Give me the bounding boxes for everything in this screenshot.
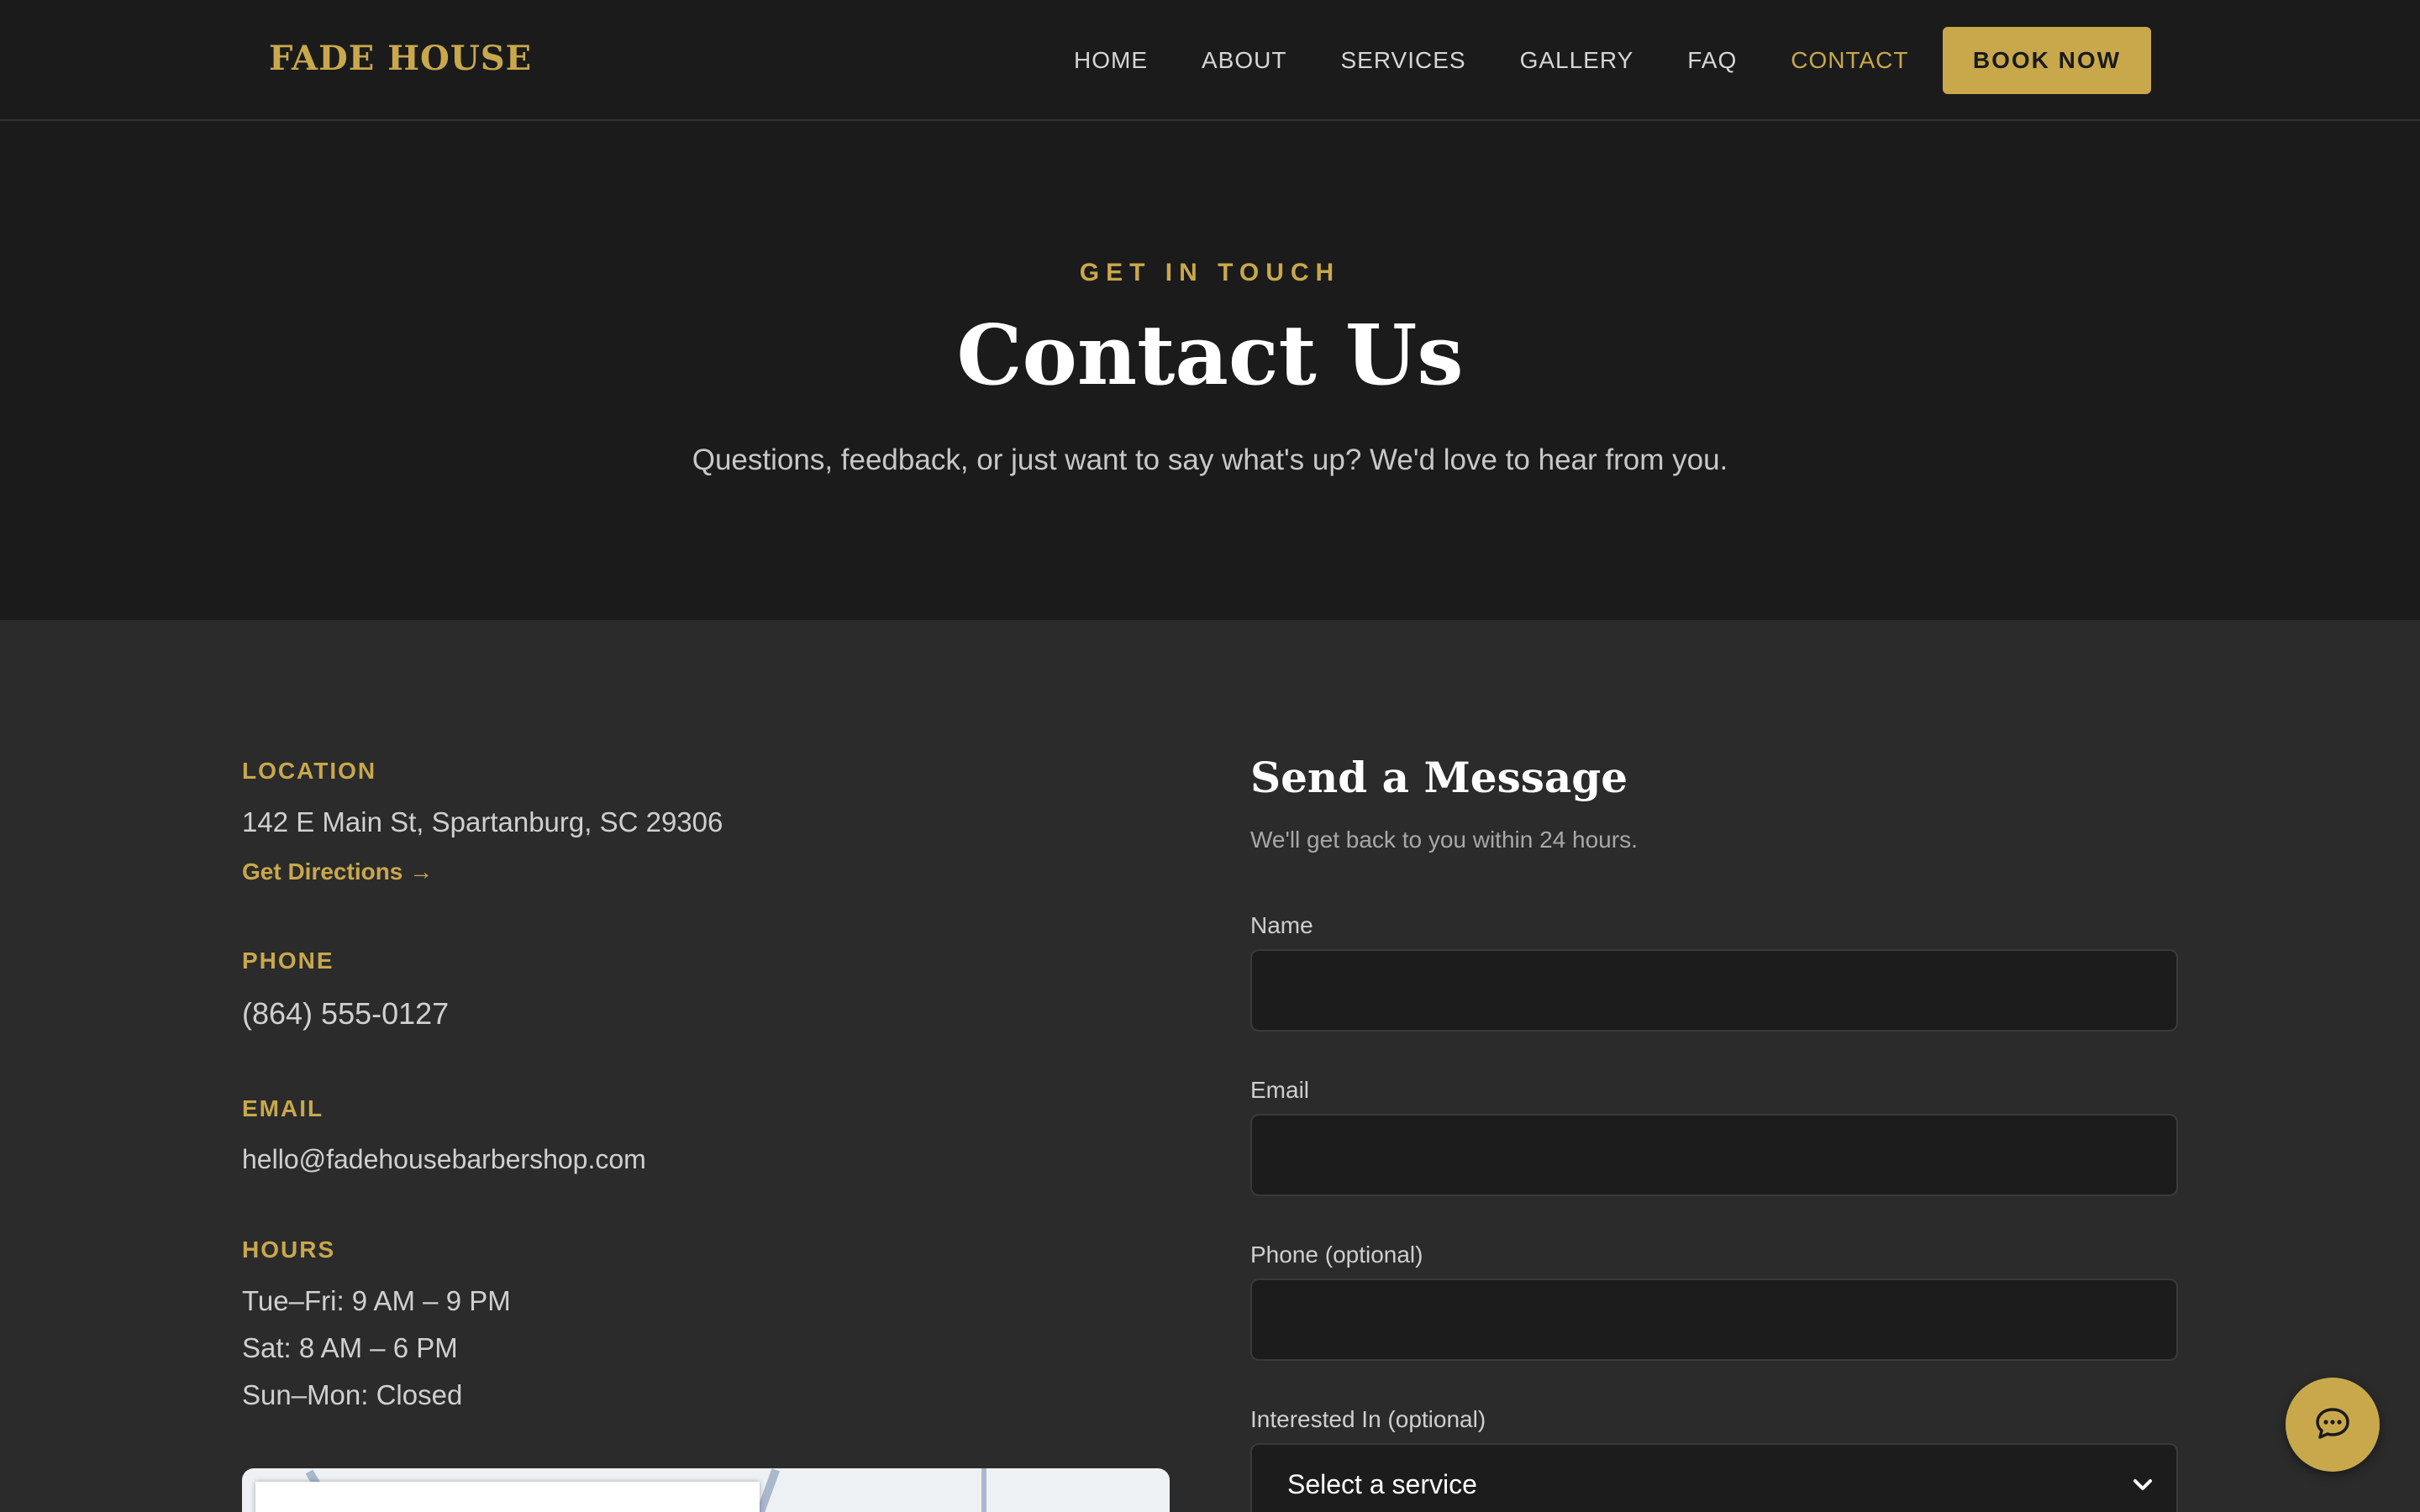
hero-section: GET IN TOUCH Contact Us Questions, feedb… <box>0 121 2420 620</box>
phone-field[interactable] <box>1252 1280 2176 1359</box>
hours-line: Sat: 8 AM – 6 PM <box>242 1332 458 1363</box>
service-select-value: Select a service <box>1287 1468 1477 1499</box>
top-nav: FADE HOUSE HOME ABOUT SERVICES GALLERY F… <box>0 0 2420 121</box>
email-field-label: Email <box>1250 1077 1310 1103</box>
book-now-button[interactable]: BOOK NOW <box>1943 27 2151 94</box>
form-title: Send a Message <box>1250 753 1628 802</box>
location-map[interactable] <box>242 1468 1170 1512</box>
email-label: EMAIL <box>242 1095 324 1121</box>
nav-services[interactable]: SERVICES <box>1340 47 1465 74</box>
nav-links: HOME ABOUT SERVICES GALLERY FAQ CONTACT <box>1074 47 1963 74</box>
phone-field-label: Phone (optional) <box>1250 1242 1423 1268</box>
hero-subtitle: Questions, feedback, or just want to say… <box>692 444 1728 476</box>
location-label: LOCATION <box>242 758 377 784</box>
name-field-wrapper <box>1250 949 2178 1032</box>
site-logo[interactable]: FADE HOUSE <box>269 39 532 78</box>
nav-home[interactable]: HOME <box>1074 47 1148 74</box>
map-road <box>981 1468 986 1512</box>
address-text: 142 E Main St, Spartanburg, SC 29306 <box>242 806 723 837</box>
hours-line: Sun–Mon: Closed <box>242 1379 463 1410</box>
nav-contact[interactable]: CONTACT <box>1791 47 1908 74</box>
name-field[interactable] <box>1252 951 2176 1030</box>
email-field[interactable] <box>1252 1116 2176 1194</box>
form-subtitle: We'll get back to you within 24 hours. <box>1250 827 1638 853</box>
nav-faq[interactable]: FAQ <box>1687 47 1737 74</box>
phone-link[interactable]: (864) 555-0127 <box>242 996 449 1032</box>
get-directions-link[interactable]: Get Directions → <box>242 858 433 885</box>
email-link[interactable]: hello@fadehousebarbershop.com <box>242 1144 646 1175</box>
nav-gallery[interactable]: GALLERY <box>1520 47 1634 74</box>
hours-line: Tue–Fri: 9 AM – 9 PM <box>242 1285 511 1316</box>
chevron-down-icon <box>2133 1471 2153 1498</box>
hours-label: HOURS <box>242 1236 336 1263</box>
map-info-card <box>255 1482 760 1512</box>
hero-eyebrow: GET IN TOUCH <box>1079 259 1341 286</box>
chat-button[interactable] <box>2286 1378 2380 1472</box>
nav-about[interactable]: ABOUT <box>1202 47 1286 74</box>
service-select[interactable]: Select a service <box>1250 1443 2178 1512</box>
phone-label: PHONE <box>242 948 334 974</box>
name-label: Name <box>1250 912 1313 938</box>
chat-bubble-icon <box>2312 1403 2353 1447</box>
page-title: Contact Us <box>956 307 1464 404</box>
phone-field-wrapper <box>1250 1278 2178 1361</box>
email-field-wrapper <box>1250 1114 2178 1196</box>
interest-label: Interested In (optional) <box>1250 1406 1486 1432</box>
